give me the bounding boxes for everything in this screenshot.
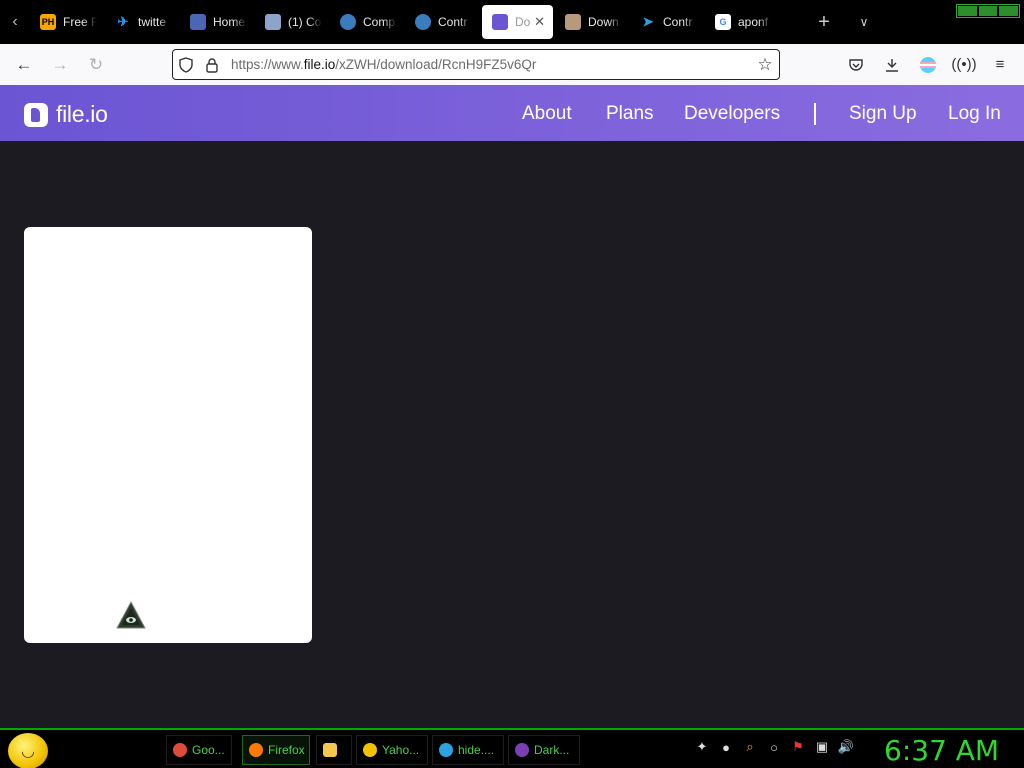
tracking-protection-icon[interactable]	[173, 50, 199, 79]
nav-developers-link[interactable]: Developers	[684, 103, 780, 125]
forward-button[interactable]: →	[42, 44, 78, 85]
tab-label: Contr	[663, 15, 693, 29]
tab-label: aponf	[738, 15, 769, 29]
taskbar-item[interactable]: Dark...	[508, 735, 580, 765]
tray-status-icon[interactable]: ○	[766, 739, 782, 755]
tab-label: Free F	[63, 15, 97, 29]
url-host: file.io	[303, 57, 336, 72]
browser-tab[interactable]: (1) Co	[255, 5, 330, 39]
nav-login-link[interactable]: Log In	[948, 103, 1001, 125]
screen: ‹ PH Free F ✈ twitte Home (1) Co Comp Contr Do ✕ D…	[0, 0, 1024, 768]
tray-globe-icon[interactable]: ●	[718, 739, 734, 755]
twitter-icon: ✈	[117, 14, 129, 29]
close-tab-icon[interactable]: ✕	[534, 14, 545, 30]
system-tray: ✦ ● ⌕ ○ ⚑ ▣ 🔊	[694, 739, 855, 755]
tab-strip: ‹ PH Free F ✈ twitte Home (1) Co Comp Contr Do ✕ D…	[0, 0, 1024, 44]
fileio-icon	[492, 14, 508, 30]
telegram-icon	[439, 743, 453, 757]
tray-search-icon[interactable]: ⌕	[742, 739, 758, 755]
downloads-icon[interactable]	[874, 44, 910, 85]
browser-tab[interactable]: Comp	[330, 5, 405, 39]
taskbar-item[interactable]: Goo...	[166, 735, 232, 765]
lock-icon[interactable]	[199, 50, 225, 79]
tab-list: PH Free F ✈ twitte Home (1) Co Comp Contr Do ✕ Dow…	[30, 0, 780, 44]
clock[interactable]: 6:37 AM	[884, 734, 999, 767]
nav-plans-link[interactable]: Plans	[606, 103, 654, 125]
download-card	[24, 227, 312, 643]
tray-network-icon[interactable]: ▣	[814, 739, 830, 755]
taskbar-item-label: Firefox	[268, 743, 305, 757]
ph-icon: PH	[40, 14, 56, 30]
site-logo[interactable]: file.io	[24, 101, 108, 128]
taskbar-item-label: hide....	[458, 743, 495, 757]
page-content	[0, 141, 1024, 728]
browser-tab[interactable]: ➤ Contr	[630, 5, 705, 39]
smiley-icon: ◡	[21, 743, 35, 760]
list-all-tabs-button[interactable]: ∨	[844, 15, 884, 29]
nav-about-link[interactable]: About	[522, 103, 572, 125]
nav-divider	[814, 103, 816, 125]
browser-tab[interactable]: Do ✕	[482, 5, 553, 39]
site-header: file.io About Plans Developers Sign Up L…	[0, 85, 1024, 141]
browser-tab[interactable]: Down	[555, 5, 630, 39]
folder-icon	[323, 743, 337, 757]
tab-label: Comp	[363, 15, 396, 29]
url-path: /xZWH/download/RcnH9FZ5v6Qr	[335, 57, 537, 72]
extension-flag-icon[interactable]	[910, 44, 946, 85]
tab-label: Home	[213, 15, 246, 29]
browser-tab[interactable]: ✈ twitte	[105, 5, 180, 39]
navigation-toolbar: ← → ↻ https://www.file.io/xZWH/download/…	[0, 44, 1024, 85]
taskbar-item-label: Yaho...	[382, 743, 420, 757]
nav-signup-link[interactable]: Sign Up	[849, 103, 917, 125]
google-icon: G	[715, 14, 731, 30]
reload-button[interactable]: ↻	[78, 44, 114, 85]
menu-icon[interactable]: ≡	[982, 44, 1018, 85]
logo-text: file.io	[56, 101, 108, 127]
avatar-icon	[565, 14, 581, 30]
emoji-icon	[363, 743, 377, 757]
fileio-logo-icon	[24, 102, 48, 127]
tab-scroll-left-button[interactable]: ‹	[0, 0, 30, 44]
chrome-icon	[173, 743, 187, 757]
new-tab-button[interactable]: +	[804, 11, 844, 34]
globe-icon	[340, 14, 356, 30]
taskbar-item[interactable]	[316, 735, 352, 765]
back-button[interactable]: ←	[6, 44, 42, 85]
url-prefix: https://www.	[231, 57, 304, 72]
cpu-meter-widget	[956, 4, 1020, 18]
pyramid-eye-icon	[116, 601, 146, 629]
pocket-icon[interactable]	[838, 44, 874, 85]
tab-label: Contr	[438, 15, 468, 29]
taskbar-item[interactable]: Yaho...	[356, 735, 428, 765]
firefox-icon	[249, 743, 263, 757]
taskbar-item[interactable]: Firefox	[242, 735, 310, 765]
url-bar[interactable]: https://www.file.io/xZWH/download/RcnH9F…	[172, 49, 780, 80]
tab-label: Down	[588, 15, 619, 29]
site-icon	[190, 14, 206, 30]
taskbar-item-label: Goo...	[192, 743, 225, 757]
browser-tab[interactable]: Contr	[405, 5, 480, 39]
tab-label: twitte	[138, 15, 167, 29]
bookmark-star-icon[interactable]: ☆	[751, 55, 779, 75]
tor-icon	[515, 743, 529, 757]
tray-app-icon[interactable]: ✦	[694, 739, 710, 755]
url-text[interactable]: https://www.file.io/xZWH/download/RcnH9F…	[231, 57, 751, 72]
site-icon	[265, 14, 281, 30]
browser-tab[interactable]: PH Free F	[30, 5, 105, 39]
taskbar-item-label: Dark...	[534, 743, 570, 757]
tab-label: (1) Co	[288, 15, 322, 29]
browser-tab[interactable]: Gaponf	[705, 5, 780, 39]
telegram-icon: ➤	[642, 14, 654, 29]
tray-volume-icon[interactable]: 🔊	[838, 739, 854, 755]
browser-tab[interactable]: Home	[180, 5, 255, 39]
tray-flag-icon[interactable]: ⚑	[790, 739, 806, 755]
taskbar: ◡ Goo... Firefox Yaho... hide.... Dark... ✦ …	[0, 728, 1024, 768]
extension-icon[interactable]: ((•))	[946, 44, 982, 85]
start-button[interactable]: ◡	[8, 733, 48, 768]
taskbar-item[interactable]: hide....	[432, 735, 504, 765]
globe-icon	[415, 14, 431, 30]
